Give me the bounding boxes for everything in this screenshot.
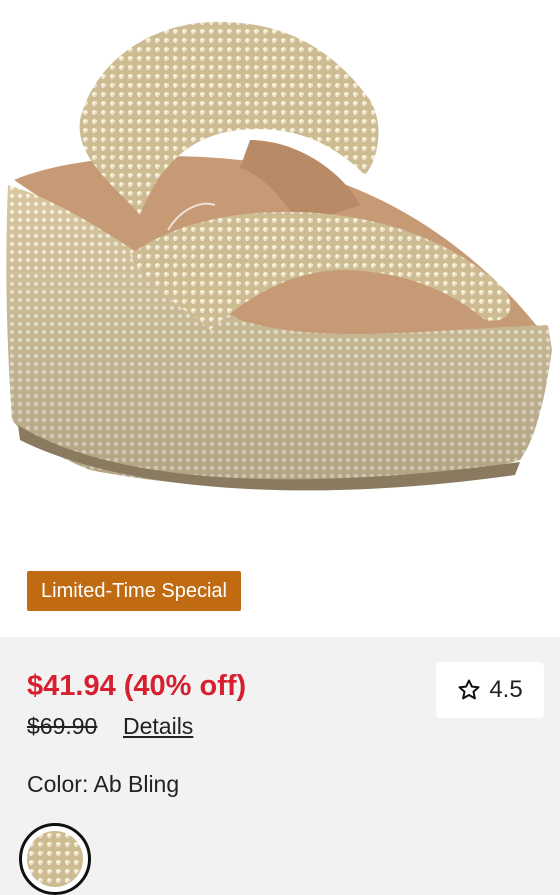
- rating-value: 4.5: [489, 676, 523, 703]
- product-image[interactable]: [0, 0, 560, 545]
- star-outline-icon: [458, 679, 480, 700]
- original-price: $69.90: [27, 713, 98, 739]
- limited-time-badge: Limited-Time Special: [27, 571, 241, 611]
- sandal-illustration: [6, 21, 553, 491]
- details-link[interactable]: Details: [123, 712, 193, 740]
- sale-price: $41.94 (40% off): [27, 670, 247, 702]
- color-label: Color: Ab Bling: [27, 771, 180, 797]
- rating-button[interactable]: 4.5: [436, 662, 544, 718]
- swatch-texture: [27, 831, 83, 887]
- color-swatch-ab-bling[interactable]: [19, 823, 91, 895]
